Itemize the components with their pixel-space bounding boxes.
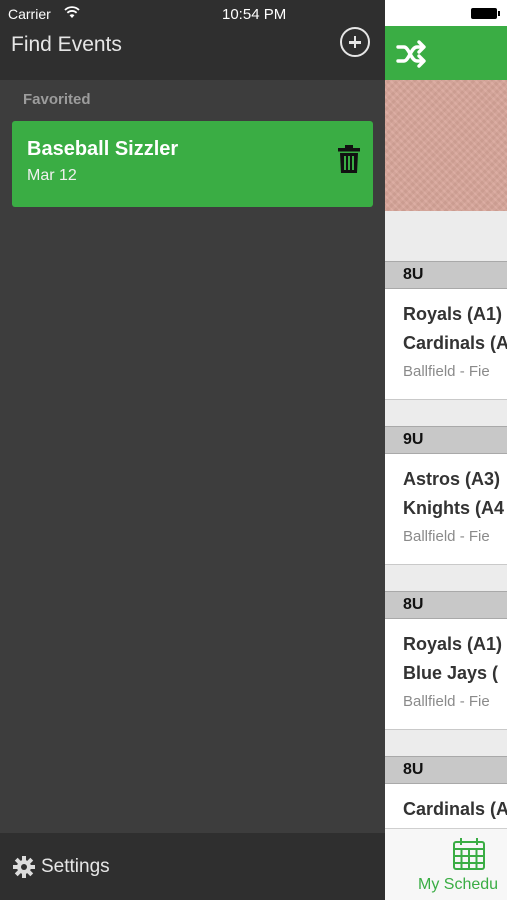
main-status-bar [385,0,507,26]
division-header: 8U [385,261,507,289]
section-header-favorited: Favorited [23,91,91,108]
division-label: 8U [403,761,424,778]
favorite-event-name: Baseball Sizzler [27,138,179,160]
wifi-icon [64,6,80,18]
division-header: 8U [385,756,507,784]
gear-icon [13,856,35,878]
calendar-icon [453,838,485,870]
game-card: Astros (A3) Knights (A4 Ballfield - Fie [385,454,507,565]
game-card: Royals (A1) Blue Jays ( Ballfield - Fie [385,619,507,730]
game-location: Ballfield - Fie [403,363,490,380]
main-navbar [385,26,507,80]
trash-icon[interactable] [338,145,360,173]
side-menu: Carrier 10:54 PM Find Events Favorited B… [0,0,385,900]
division-label: 8U [403,266,424,283]
division-label: 9U [403,431,424,448]
division-header: 9U [385,426,507,454]
event-hero-image [385,80,507,211]
settings-button[interactable]: Settings [0,833,385,900]
away-team: Blue Jays ( [403,663,499,683]
home-team: Royals (A1) [403,634,503,654]
add-event-button[interactable] [340,27,370,57]
away-team: Cardinals (A [403,333,507,353]
division-label: 8U [403,596,424,613]
settings-label: Settings [41,856,110,877]
home-team: Royals (A1) [403,304,503,324]
tab-label: My Schedu [418,876,499,893]
main-content: 8U Royals (A1) Cardinals (A Ballfield - … [385,0,507,900]
status-time: 10:54 PM [222,6,287,23]
favorite-event-card[interactable]: Baseball Sizzler Mar 12 [12,121,373,207]
game-location: Ballfield - Fie [403,528,490,545]
game-location: Ballfield - Fie [403,693,490,710]
division-header: 8U [385,591,507,619]
game-card: Royals (A1) Cardinals (A Ballfield - Fie [385,289,507,400]
away-team: Knights (A4 [403,498,504,518]
tab-my-schedule[interactable]: My Schedu [385,828,507,900]
shuffle-icon[interactable] [396,40,428,68]
battery-icon [471,8,500,19]
page-title: Find Events [11,33,122,56]
status-bar: Carrier 10:54 PM [0,0,385,28]
home-team: Cardinals (A [403,799,507,819]
home-team: Astros (A3) [403,469,501,489]
drawer-header: Carrier 10:54 PM Find Events [0,0,385,80]
carrier-label: Carrier [8,6,51,22]
favorite-event-date: Mar 12 [27,167,77,184]
